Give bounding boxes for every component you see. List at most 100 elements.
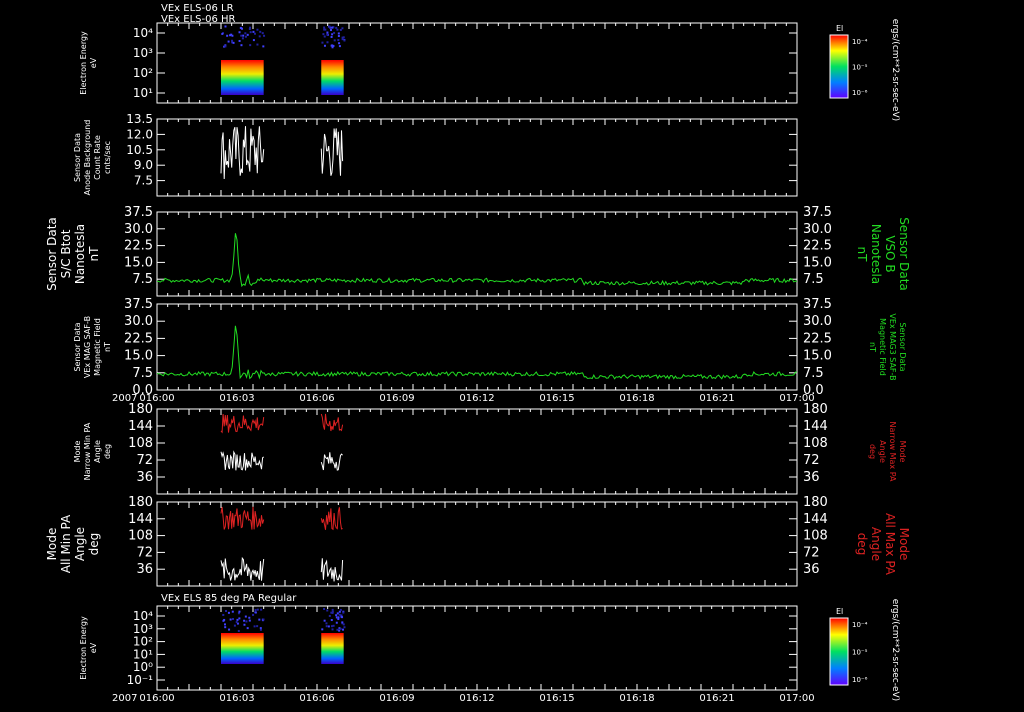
spectrogram-noise — [335, 26, 338, 29]
y-tick-label: 15.0 — [124, 349, 153, 364]
x-tick-label: 016:21 — [699, 393, 734, 404]
y-axis-label-right: Sensor Data — [898, 322, 907, 371]
spectrogram-noise — [259, 628, 262, 631]
spectrogram-noise — [323, 26, 326, 29]
y-axis-label-right: Angle — [869, 527, 883, 561]
spectrogram-block — [321, 633, 344, 664]
y-tick-label: 72 — [136, 453, 153, 468]
spectrogram-noise — [238, 31, 241, 34]
year-label: 2007 — [112, 393, 137, 404]
spectrogram-noise — [341, 27, 344, 30]
y-axis-label: Electron Energy — [79, 31, 88, 95]
spectrogram-noise — [237, 629, 240, 632]
y-axis-label: Anode Background — [83, 120, 92, 196]
spectrogram-noise — [336, 28, 339, 31]
spectrogram-noise — [262, 618, 265, 621]
y-tick-label-right: 22.5 — [803, 239, 832, 254]
spectrogram-noise — [321, 41, 324, 44]
y-axis-label-right: VEx MAG3 SAF-B — [888, 313, 897, 380]
spectrogram-noise — [342, 623, 345, 626]
y-axis-label-right: nT — [855, 247, 869, 263]
spectrogram-noise — [224, 626, 227, 629]
panel-title: VEx ELS 85 deg PA Regular — [161, 593, 297, 604]
y-axis-label-right: Nanotesla — [869, 224, 883, 284]
spectrogram-noise — [231, 610, 234, 613]
y-tick-label-right: 72 — [803, 545, 820, 560]
spectrogram-noise — [221, 32, 224, 35]
y-axis-label: S/C Btot — [59, 229, 73, 278]
spectrogram-noise — [256, 625, 259, 628]
y-axis-label-right: Mode — [897, 528, 911, 561]
y-tick-label: 37.5 — [124, 297, 153, 312]
spectrogram-noise — [337, 35, 340, 38]
spectrogram-noise — [235, 621, 238, 624]
spectrogram-noise — [343, 39, 346, 42]
y-tick-label: 22.5 — [124, 331, 153, 346]
spectrogram-noise — [227, 40, 230, 43]
spectrogram-noise — [228, 628, 231, 631]
spectrogram-noise — [341, 621, 344, 624]
spectrogram-noise — [330, 44, 333, 47]
spectrogram-noise — [338, 45, 341, 48]
spectrogram-noise — [241, 37, 244, 40]
y-axis-label: Electron Energy — [79, 616, 88, 680]
trace-narrow-pa-Max — [320, 413, 344, 432]
x-tick-label: 016:03 — [219, 393, 254, 404]
y-axis-label: Mode — [73, 441, 82, 463]
y-axis-label: eV — [89, 57, 98, 68]
spectrogram-noise — [333, 31, 336, 34]
trace-sc-btot — [156, 233, 798, 288]
spectrogram-noise — [259, 30, 262, 33]
spectrogram-noise — [229, 618, 232, 621]
spectrogram-noise — [331, 608, 334, 611]
x-tick-label: 016:03 — [219, 693, 254, 704]
spectrogram-noise — [241, 27, 244, 30]
spectrogram-noise — [326, 41, 329, 44]
y-tick-label: 144 — [128, 419, 153, 434]
spectrogram-noise — [335, 621, 338, 624]
spectrogram-noise — [222, 613, 225, 616]
spectrogram-noise — [338, 613, 341, 616]
colorbar-tick-label: 10⁻⁵ — [852, 649, 868, 657]
y-axis-label: Angle — [73, 527, 87, 561]
y-tick-label: 10.5 — [126, 143, 153, 157]
y-tick-label-right: 30.0 — [803, 314, 832, 329]
y-tick-label-right: 22.5 — [803, 331, 832, 346]
spectrogram-noise — [339, 627, 342, 630]
spectrogram-noise — [244, 32, 247, 35]
y-tick-label-right: 7.5 — [803, 366, 824, 381]
spectrogram-noise — [246, 33, 249, 36]
spectrogram-noise — [227, 611, 230, 614]
spectrogram-noise — [329, 29, 332, 32]
y-tick-label-right: 180 — [803, 402, 828, 417]
spectrogram-noise — [243, 619, 246, 622]
trace-narrow-pa-Max — [220, 413, 265, 434]
y-axis-label-right: Mode — [898, 441, 907, 463]
y-tick-label-right: 37.5 — [803, 297, 832, 312]
y-tick-label: 30.0 — [124, 314, 153, 329]
spectrogram-noise — [230, 33, 233, 36]
trace-all-pa-Max — [320, 507, 343, 531]
y-tick-label-right: 36 — [803, 562, 820, 577]
spectrogram-noise — [232, 618, 235, 621]
y-tick-label: 144 — [128, 512, 153, 527]
spectrogram-noise — [225, 609, 228, 612]
colorbar-tick-label: 10⁻⁶ — [852, 676, 868, 684]
trace-all-pa-Min — [320, 558, 344, 582]
chart-stage: 10⁴ 10³ 10² 10¹ Electron Energy eV VEx ELS-06 … — [0, 0, 1024, 708]
y-axis-label-right: deg — [868, 444, 877, 459]
spectrogram-noise — [331, 628, 334, 631]
spectrogram-noise — [343, 626, 346, 629]
y-axis-label: deg — [103, 444, 112, 459]
y-axis-label: Magnetic Field — [93, 318, 102, 376]
x-tick-label: 016:12 — [459, 393, 494, 404]
x-tick-label: 016:06 — [299, 393, 334, 404]
colorbar — [829, 34, 849, 99]
y-tick-label: 37.5 — [124, 205, 153, 220]
y-tick-label: 180 — [128, 495, 153, 510]
y-tick-label-right: 37.5 — [803, 205, 832, 220]
spectrogram-noise — [323, 44, 326, 47]
trace-count-rate-series — [320, 128, 344, 176]
y-axis-label: nT — [103, 342, 112, 352]
y-axis-label: Narrow Min PA — [83, 422, 92, 480]
